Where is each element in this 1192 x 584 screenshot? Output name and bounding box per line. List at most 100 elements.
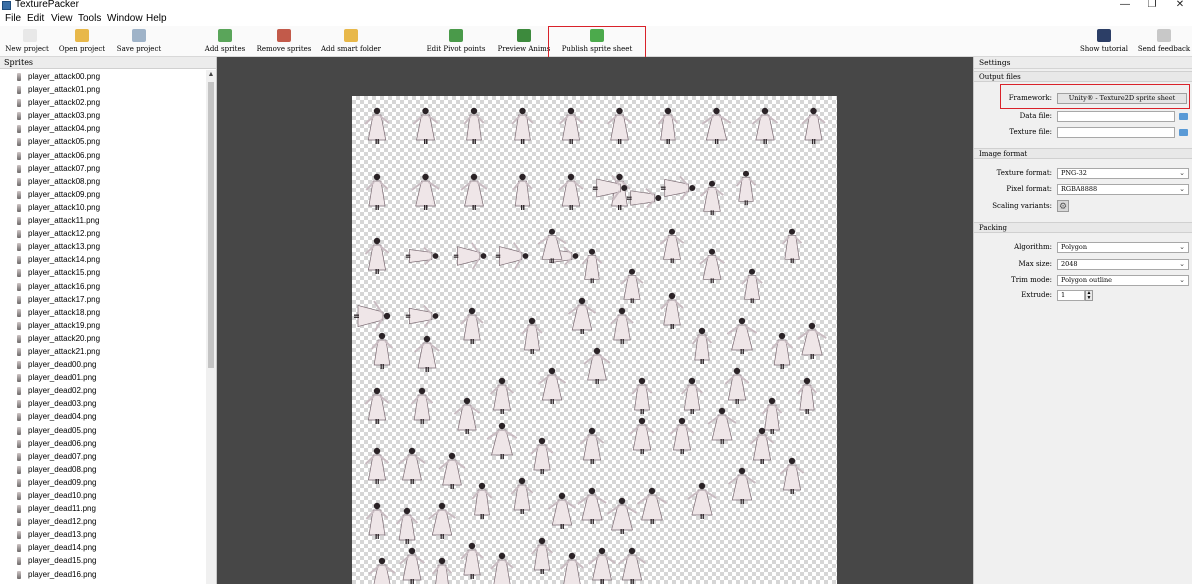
sprite-list-item[interactable]: player_attack07.png (0, 162, 206, 175)
scrollbar-thumb[interactable] (208, 82, 214, 368)
sprite-list-item[interactable]: player_attack03.png (0, 109, 206, 122)
sprite-filename: player_dead02.png (28, 386, 97, 396)
sprite-list-item[interactable]: player_attack09.png (0, 188, 206, 201)
extrude-input[interactable]: 1 (1057, 290, 1085, 301)
sprite-list-item[interactable]: player_dead12.png (0, 515, 206, 528)
menu-file[interactable]: File (5, 12, 21, 25)
add-smart-folder-button[interactable]: Add smart folder (319, 26, 383, 56)
sprite-list-item[interactable]: player_dead08.png (0, 463, 206, 476)
sprite-list-item[interactable]: player_attack10.png (0, 201, 206, 214)
texture-file-field[interactable] (1057, 127, 1175, 138)
sprite-list-item[interactable]: player_attack04.png (0, 122, 206, 135)
sprite-filename: player_dead14.png (28, 543, 97, 553)
preview-anims-button[interactable]: Preview Anims (497, 26, 551, 56)
sprite-thumbnail-icon (17, 544, 21, 553)
sprite-list-item[interactable]: player_dead01.png (0, 371, 206, 384)
sprite-list-item[interactable]: player_dead09.png (0, 476, 206, 489)
sprite-sheet-preview[interactable] (352, 96, 837, 584)
sprite-thumbnail-icon (17, 230, 21, 239)
sprite-frame (559, 552, 585, 584)
sprite-list-item[interactable]: player_dead04.png (0, 410, 206, 423)
sprite-list-item[interactable]: player_dead06.png (0, 437, 206, 450)
pixel-format-select[interactable]: RGBA8888 ⌄ (1057, 184, 1189, 195)
settings-header: Settings (974, 57, 1192, 69)
sprite-list-item[interactable]: player_attack01.png (0, 83, 206, 96)
close-button[interactable]: ✕ (1160, 0, 1192, 10)
sprite-list-item[interactable]: player_attack08.png (0, 175, 206, 188)
chevron-down-icon: ⌄ (1179, 169, 1185, 177)
new-project-button[interactable]: New project (3, 26, 51, 56)
browse-texture-file-folder-icon[interactable] (1179, 129, 1188, 136)
save-project-button[interactable]: Save project (113, 26, 165, 56)
chevron-down-icon: ⌄ (1179, 260, 1185, 268)
sprite-list-item[interactable]: player_attack06.png (0, 149, 206, 162)
menu-view[interactable]: View (51, 12, 73, 25)
open-project-button[interactable]: Open project (56, 26, 108, 56)
sprite-list-item[interactable]: player_attack21.png (0, 345, 206, 358)
menu-edit[interactable]: Edit (27, 12, 44, 25)
sprite-list-item[interactable]: player_attack17.png (0, 293, 206, 306)
sprite-list-item[interactable]: player_dead02.png (0, 384, 206, 397)
sprite-list-item[interactable]: player_attack15.png (0, 266, 206, 279)
menu-help[interactable]: Help (146, 12, 167, 25)
sprite-list-item[interactable]: player_dead03.png (0, 397, 206, 410)
sprite-filename: player_dead00.png (28, 360, 97, 370)
sprite-list-item[interactable]: player_dead11.png (0, 502, 206, 515)
sprite-frame (537, 367, 567, 404)
extrude-stepper[interactable]: ▲ ▼ (1085, 290, 1093, 301)
sprite-list-item[interactable]: player_dead07.png (0, 450, 206, 463)
sprite-frame (547, 492, 577, 529)
sprite-list-item[interactable]: player_dead00.png (0, 358, 206, 371)
show-tutorial-button[interactable]: Show tutorial (1076, 26, 1132, 56)
sprite-sheet-canvas[interactable] (217, 57, 973, 584)
sprite-list-item[interactable]: player_dead15.png (0, 554, 206, 567)
sprite-list-item[interactable]: player_attack19.png (0, 319, 206, 332)
sprite-filename: player_dead03.png (28, 399, 97, 409)
sprite-list-item[interactable]: player_attack14.png (0, 253, 206, 266)
sprite-list-item[interactable]: player_attack00.png (0, 70, 206, 83)
max-size-select[interactable]: 2048 ⌄ (1057, 259, 1189, 270)
sprite-list-item[interactable]: player_attack02.png (0, 96, 206, 109)
sprite-frame (460, 542, 484, 579)
sprite-list-scrollbar[interactable]: ▲ (206, 70, 216, 584)
sprite-list-item[interactable]: player_dead13.png (0, 528, 206, 541)
sprite-list-item[interactable]: player_attack11.png (0, 214, 206, 227)
sprite-frame (368, 557, 396, 584)
sprite-thumbnail-icon (17, 439, 21, 448)
sprite-filename: player_dead01.png (28, 373, 97, 383)
remove-sprites-button[interactable]: Remove sprites (254, 26, 314, 56)
sprite-filename: player_attack01.png (28, 85, 101, 95)
algorithm-select[interactable]: Polygon ⌄ (1057, 242, 1189, 253)
sprite-filename: player_attack14.png (28, 255, 101, 265)
sprite-thumbnail-icon (17, 361, 21, 370)
trim-mode-select[interactable]: Polygon outline ⌄ (1057, 275, 1189, 286)
sprite-filename: player_attack16.png (28, 281, 101, 291)
sprite-frame (453, 242, 487, 270)
sprite-list-item[interactable]: player_attack20.png (0, 332, 206, 345)
sprite-list-item[interactable]: player_attack05.png (0, 135, 206, 148)
send-feedback-button[interactable]: Send feedback (1136, 26, 1192, 56)
sprite-thumbnail-icon (17, 243, 21, 252)
sprite-list-item[interactable]: player_dead16.png (0, 568, 206, 581)
data-file-field[interactable] (1057, 111, 1175, 122)
sprite-list-item[interactable]: player_dead05.png (0, 424, 206, 437)
sprite-list-item[interactable]: player_attack16.png (0, 280, 206, 293)
sprite-frame (727, 467, 757, 504)
folder-icon (75, 29, 89, 42)
sprite-list-item[interactable]: player_attack18.png (0, 306, 206, 319)
sprite-list-item[interactable]: player_attack12.png (0, 227, 206, 240)
menu-tools[interactable]: Tools (78, 12, 101, 25)
scroll-up-arrow-icon[interactable]: ▲ (206, 70, 216, 80)
menu-window[interactable]: Window (107, 12, 143, 25)
edit-pivot-points-button[interactable]: Edit Pivot points (421, 26, 491, 56)
texture-format-select[interactable]: PNG-32 ⌄ (1057, 168, 1189, 179)
sprite-list-item[interactable]: player_dead10.png (0, 489, 206, 502)
sprite-filename: player_dead06.png (28, 438, 97, 448)
sprite-thumbnail-icon (17, 269, 21, 278)
sprite-list-item[interactable]: player_attack13.png (0, 240, 206, 253)
sprite-list-item[interactable]: player_dead14.png (0, 541, 206, 554)
add-sprites-button[interactable]: Add sprites (201, 26, 249, 56)
sprite-thumbnail-icon (17, 125, 21, 134)
browse-data-file-folder-icon[interactable] (1179, 113, 1188, 120)
scaling-variants-gear-icon[interactable]: ⚙ (1057, 200, 1069, 212)
